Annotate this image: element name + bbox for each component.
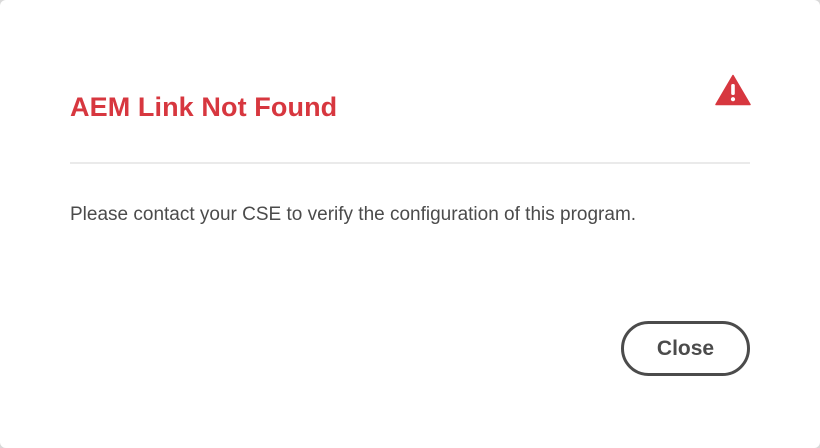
dialog-divider — [70, 162, 750, 164]
alert-triangle-icon — [715, 74, 751, 106]
close-button[interactable]: Close — [621, 321, 750, 376]
alert-dialog: AEM Link Not Found Please contact your C… — [0, 0, 820, 448]
dialog-title: AEM Link Not Found — [70, 92, 338, 122]
dialog-message: Please contact your CSE to verify the co… — [70, 204, 637, 225]
